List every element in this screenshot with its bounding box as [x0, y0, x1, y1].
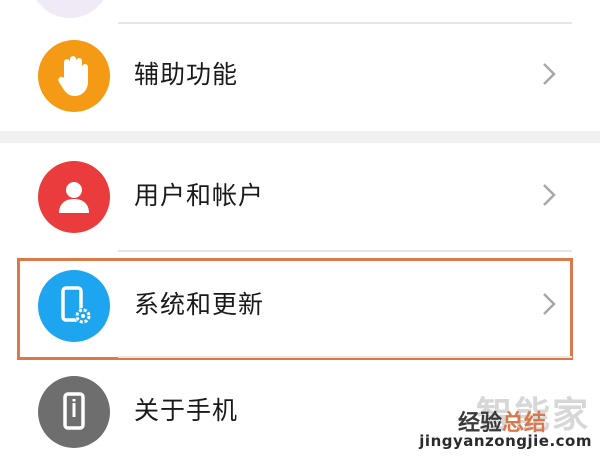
- chevron-right-icon: [543, 184, 556, 206]
- menu-item-label: 用户和帐户: [134, 181, 265, 210]
- top-area: [0, 0, 600, 22]
- section-separator: [0, 131, 600, 143]
- watermark-url: jingyanzongjie.com: [419, 432, 592, 450]
- highlight-box: [17, 258, 573, 360]
- chevron-right-icon: [543, 63, 556, 85]
- hand-icon: [38, 40, 110, 112]
- menu-item-accessibility[interactable]: 辅助功能: [0, 22, 600, 132]
- user-icon: [38, 161, 110, 233]
- menu-item-label: 辅助功能: [134, 60, 239, 89]
- phone-info-icon: [38, 376, 110, 448]
- partial-icon: [30, 0, 110, 18]
- menu-item-label: 关于手机: [134, 396, 239, 425]
- menu-item-users-accounts[interactable]: 用户和帐户: [0, 143, 600, 253]
